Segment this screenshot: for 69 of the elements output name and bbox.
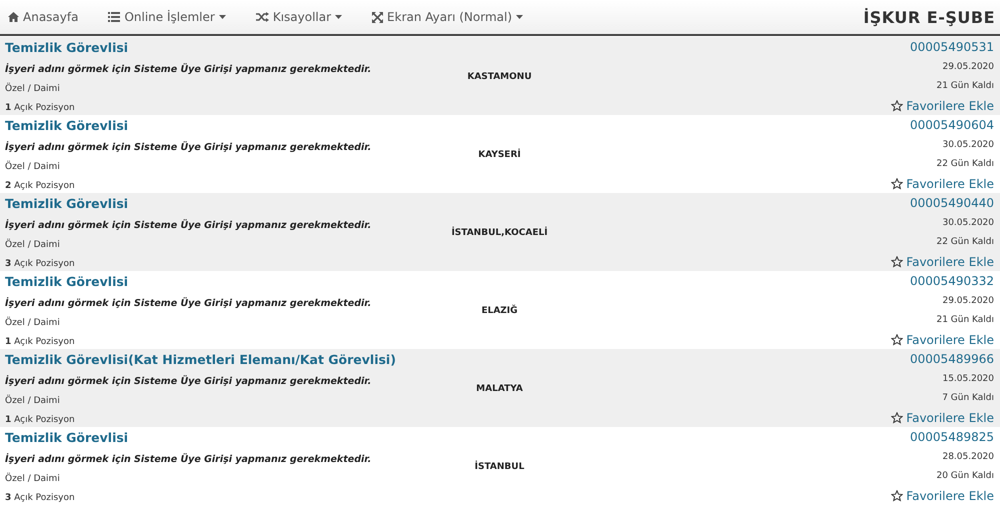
star-icon: [891, 100, 904, 112]
job-location: MALATYA: [476, 384, 523, 394]
job-type: Özel / Daimi: [5, 162, 61, 172]
shuffle-icon: [256, 12, 269, 22]
add-favorite-link[interactable]: Favorilere Ekle: [891, 176, 994, 191]
days-remaining: 20 Gün Kaldı: [936, 470, 994, 481]
deadline-date: 15.05.2020: [942, 374, 994, 384]
star-icon: [891, 490, 904, 502]
open-positions: 3 Açık Pozisyon: [5, 259, 76, 269]
listing-number-link[interactable]: 00005489966: [910, 352, 994, 366]
star-icon: [891, 256, 904, 268]
job-type: Özel / Daimi: [5, 396, 61, 406]
job-title-link[interactable]: Temizlik Görevlisi: [5, 274, 400, 289]
job-type: Özel / Daimi: [5, 318, 61, 328]
nav-link[interactable]: Kısayollar: [256, 10, 342, 24]
star-icon: [891, 178, 904, 190]
login-notice: İşyeri adını görmek için Sisteme Üye Girişi yapmanız gerekmektedir.: [5, 64, 372, 75]
days-remaining: 22 Gün Kaldı: [936, 158, 994, 169]
job-type: Özel / Daimi: [5, 474, 61, 484]
login-notice: İşyeri adını görmek için Sisteme Üye Girişi yapmanız gerekmektedir.: [5, 376, 372, 387]
job-location: İSTANBUL,KOCAELİ: [451, 228, 548, 238]
job-title-link[interactable]: Temizlik Görevlisi: [5, 40, 400, 55]
days-remaining: 7 Gün Kaldı: [942, 392, 994, 403]
nav-link[interactable]: Anasayfa: [8, 10, 78, 24]
add-favorite-link[interactable]: Favorilere Ekle: [891, 410, 994, 425]
nav-link[interactable]: Online İşlemler: [108, 10, 226, 24]
list-icon: [108, 12, 120, 22]
deadline-date: 30.05.2020: [942, 140, 994, 150]
days-remaining: 21 Gün Kaldı: [936, 314, 994, 325]
listing-number-link[interactable]: 00005490604: [910, 118, 994, 132]
job-type: Özel / Daimi: [5, 84, 61, 94]
listing-number-link[interactable]: 00005490440: [910, 196, 994, 210]
job-title-link[interactable]: Temizlik Görevlisi: [5, 196, 400, 211]
open-positions: 1 Açık Pozisyon: [5, 337, 76, 347]
days-remaining: 22 Gün Kaldı: [936, 236, 994, 247]
days-remaining: 21 Gün Kaldı: [936, 80, 994, 91]
job-title-link[interactable]: Temizlik Görevlisi: [5, 430, 400, 445]
listing-number-link[interactable]: 00005489825: [910, 430, 994, 444]
add-favorite-link[interactable]: Favorilere Ekle: [891, 254, 994, 269]
job-location: ELAZIĞ: [481, 306, 518, 316]
login-notice: İşyeri adını görmek için Sisteme Üye Girişi yapmanız gerekmektedir.: [5, 142, 372, 153]
job-location: İSTANBUL: [474, 462, 524, 472]
star-icon: [891, 334, 904, 346]
add-favorite-link[interactable]: Favorilere Ekle: [891, 488, 994, 503]
add-favorite-link[interactable]: Favorilere Ekle: [891, 332, 994, 347]
open-positions: 1 Açık Pozisyon: [5, 415, 76, 425]
open-positions: 1 Açık Pozisyon: [5, 103, 76, 113]
deadline-date: 29.05.2020: [942, 62, 994, 72]
deadline-date: 28.05.2020: [942, 452, 994, 462]
job-type: Özel / Daimi: [5, 240, 61, 250]
open-positions: 2 Açık Pozisyon: [5, 181, 76, 191]
job-location: KAYSERİ: [478, 150, 521, 160]
listing-number-link[interactable]: 00005490332: [910, 274, 994, 288]
deadline-date: 30.05.2020: [942, 218, 994, 228]
job-title-link[interactable]: Temizlik Görevlisi(Kat Hizmetleri Elemanı/Kat Görevlisi): [5, 352, 400, 367]
job-title-link[interactable]: Temizlik Görevlisi: [5, 118, 400, 133]
job-location: KASTAMONU: [467, 72, 532, 82]
star-icon: [891, 412, 904, 424]
deadline-date: 29.05.2020: [942, 296, 994, 306]
login-notice: İşyeri adını görmek için Sisteme Üye Girişi yapmanız gerekmektedir.: [5, 454, 372, 465]
login-notice: İşyeri adını görmek için Sisteme Üye Girişi yapmanız gerekmektedir.: [5, 298, 372, 309]
nav-link[interactable]: Ekran Ayarı (Normal): [372, 10, 523, 24]
home-icon: [8, 12, 19, 22]
expand-icon: [372, 12, 384, 22]
open-positions: 3 Açık Pozisyon: [5, 493, 76, 503]
site-title: İŞKUR E-ŞUBE: [863, 8, 995, 26]
login-notice: İşyeri adını görmek için Sisteme Üye Girişi yapmanız gerekmektedir.: [5, 220, 372, 231]
add-favorite-link[interactable]: Favorilere Ekle: [891, 98, 994, 113]
listing-number-link[interactable]: 00005490531: [910, 40, 994, 54]
